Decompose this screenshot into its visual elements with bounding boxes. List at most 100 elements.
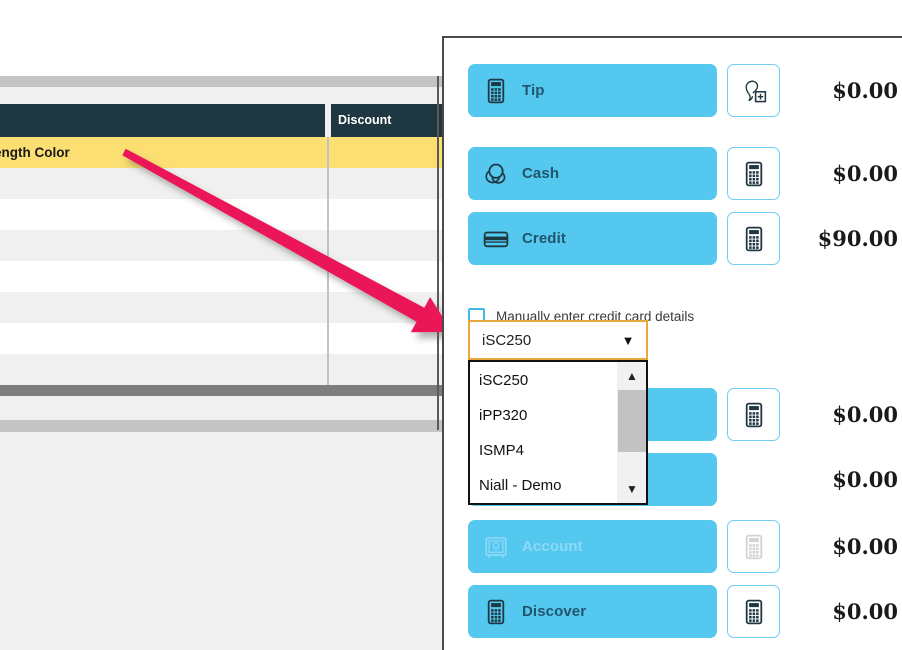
payment-amount: $0.00: [832, 467, 898, 492]
top-gray-band: [0, 0, 443, 76]
credit-card-icon: [483, 231, 509, 247]
calculator-icon: [745, 534, 762, 559]
chevron-down-icon: ▼: [621, 332, 635, 348]
table-cell-discount: [331, 230, 443, 261]
calculator-icon: [745, 161, 762, 186]
scroll-band-bottom[interactable]: [0, 420, 443, 432]
table-row[interactable]: [0, 230, 443, 261]
add-customer-icon: [745, 80, 766, 102]
payment-amount: $0.00: [832, 599, 898, 624]
table-cell-discount: [331, 168, 443, 199]
add-customer-button[interactable]: [727, 64, 780, 117]
payment-button-discover[interactable]: Discover: [468, 585, 717, 638]
calculator-button[interactable]: [727, 585, 780, 638]
calculator-icon: [487, 78, 505, 103]
table-cell-service: [0, 292, 325, 323]
column-divider: [327, 199, 329, 230]
below-table-band: [0, 396, 443, 420]
payment-button-label: Cash: [522, 165, 560, 182]
background-table-region: Discount ength Color: [0, 0, 443, 650]
scrollbar-thumb[interactable]: [618, 390, 646, 452]
payment-row: Tip $0.00: [444, 64, 902, 117]
table-row[interactable]: [0, 168, 443, 199]
terminal-option-list: iSC250 iPP320 ISMP4 Niall - Demo: [470, 362, 617, 503]
payment-button-tip[interactable]: Tip: [468, 64, 717, 117]
table-cell-service: [0, 354, 325, 385]
calculator-button[interactable]: [727, 212, 780, 265]
table-row[interactable]: [0, 261, 443, 292]
payment-button-label: Account: [522, 538, 583, 555]
table-cell-service: [0, 323, 325, 354]
terminal-select-value: iSC250: [482, 331, 532, 349]
payment-row: Credit $90.00: [444, 212, 902, 265]
table-cell-service-label: ength Color: [0, 145, 70, 160]
payment-button-label: Tip: [522, 82, 545, 99]
payment-row: Discover $0.00: [444, 585, 902, 638]
payment-button-credit[interactable]: Credit: [468, 212, 717, 265]
services-table: Discount ength Color: [0, 104, 443, 409]
table-cell-discount: [331, 199, 443, 230]
payment-amount: $0.00: [832, 402, 898, 427]
table-right-edge: [437, 76, 439, 430]
scroll-band-top: [0, 76, 443, 87]
column-divider: [327, 323, 329, 354]
calculator-icon: [745, 599, 762, 624]
terminal-select[interactable]: iSC250 ▼: [468, 320, 648, 360]
calculator-button[interactable]: [727, 147, 780, 200]
calculator-button[interactable]: [727, 388, 780, 441]
table-cell-service: ength Color: [0, 137, 325, 168]
payment-amount: $90.00: [817, 226, 898, 251]
payment-amount: $0.00: [832, 78, 898, 103]
column-divider: [327, 261, 329, 292]
payment-button-account: Account: [468, 520, 717, 573]
column-divider: [327, 354, 329, 385]
column-header-service[interactable]: [0, 104, 325, 137]
payment-button-cash[interactable]: Cash: [468, 147, 717, 200]
payment-row: Account $0.00: [444, 520, 902, 573]
table-cell-discount: [331, 323, 443, 354]
column-header-discount[interactable]: Discount: [331, 104, 443, 137]
column-divider: [327, 292, 329, 323]
calculator-button: [727, 520, 780, 573]
table-cell-service: [0, 199, 325, 230]
column-divider: [327, 137, 329, 168]
table-cell-discount: [331, 292, 443, 323]
coins-icon: [485, 163, 506, 184]
table-row[interactable]: [0, 323, 443, 354]
table-cell-service: [0, 168, 325, 199]
table-header-row: Discount: [0, 104, 443, 137]
table-body: ength Color: [0, 137, 443, 385]
table-cell-discount: [331, 354, 443, 385]
table-cell-discount: [331, 137, 443, 168]
terminal-option[interactable]: iPP320: [470, 398, 617, 433]
terminal-option[interactable]: iSC250: [470, 363, 617, 398]
payment-amount: $0.00: [832, 534, 898, 559]
safe-icon: [485, 536, 507, 558]
payment-panel: Tip $0.00 Cash $0.00 Credit $90.00 $0.00 $0.00 A…: [442, 36, 902, 650]
table-row[interactable]: [0, 292, 443, 323]
page-body-band: [0, 432, 443, 650]
table-cell-discount: [331, 261, 443, 292]
column-header-discount-label: Discount: [338, 113, 392, 127]
calculator-icon: [745, 226, 762, 251]
calculator-icon: [745, 402, 762, 427]
gap-band: [0, 87, 443, 104]
scroll-down-arrow-icon[interactable]: ▼: [618, 475, 646, 503]
listbox-scrollbar[interactable]: ▲ ▼: [617, 362, 646, 503]
terminal-option[interactable]: Niall - Demo: [470, 468, 617, 503]
table-cell-service: [0, 230, 325, 261]
calculator-icon: [487, 599, 505, 624]
column-divider: [327, 168, 329, 199]
payment-button-label: Discover: [522, 603, 587, 620]
column-divider: [327, 230, 329, 261]
payment-row: Cash $0.00: [444, 147, 902, 200]
payment-button-label: Credit: [522, 230, 566, 247]
table-cell-service: [0, 261, 325, 292]
terminal-option[interactable]: ISMP4: [470, 433, 617, 468]
table-row[interactable]: [0, 199, 443, 230]
table-row[interactable]: [0, 354, 443, 385]
terminal-select-listbox[interactable]: iSC250 iPP320 ISMP4 Niall - Demo ▲ ▼: [468, 360, 648, 505]
scroll-up-arrow-icon[interactable]: ▲: [618, 362, 646, 390]
payment-amount: $0.00: [832, 161, 898, 186]
table-row[interactable]: ength Color: [0, 137, 443, 168]
